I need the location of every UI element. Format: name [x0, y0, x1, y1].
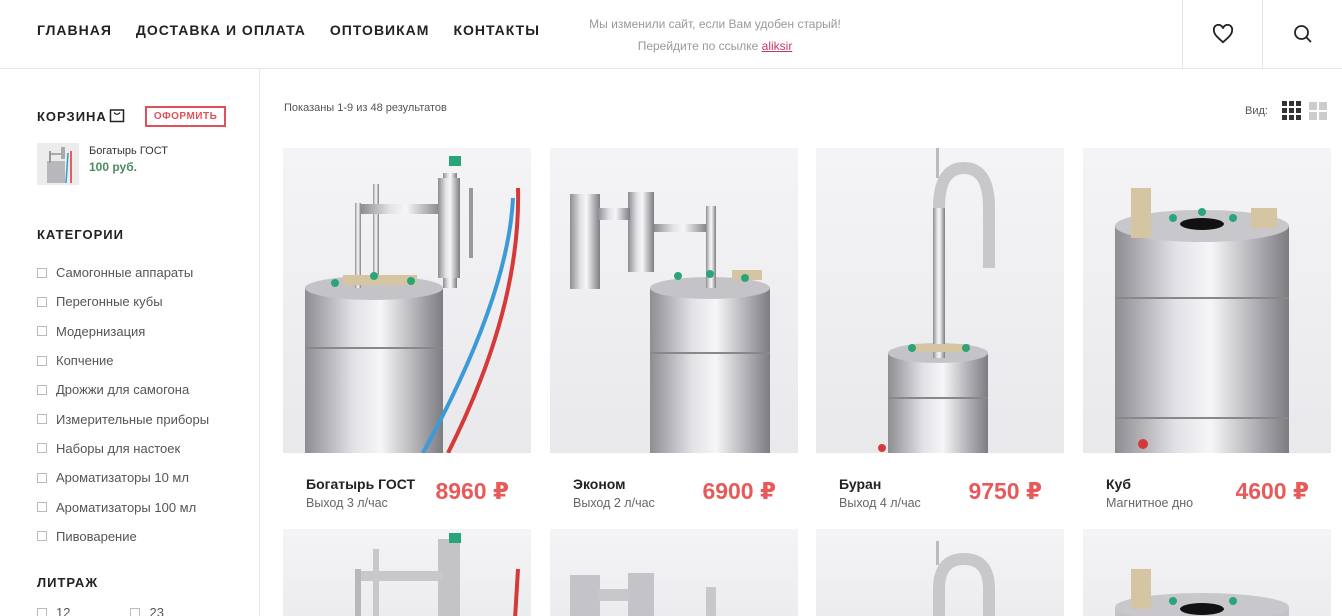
product-image-partial[interactable] — [550, 529, 798, 616]
site-notice: Мы изменили сайт, если Вам удобен старый… — [560, 13, 870, 57]
notice-line1: Мы изменили сайт, если Вам удобен старый… — [589, 17, 841, 31]
product-subtitle: Выход 4 л/час — [839, 496, 921, 510]
wishlist-button[interactable] — [1182, 0, 1262, 68]
category-label: Модернизация — [56, 323, 146, 339]
category-label: Наборы для настоек — [56, 440, 181, 456]
product-subtitle: Выход 2 л/час — [573, 496, 655, 510]
category-label: Пивоварение — [56, 528, 137, 544]
volume-checkbox[interactable] — [130, 607, 141, 616]
view-label: Вид: — [1245, 104, 1268, 117]
nav-contacts[interactable]: КОНТАКТЫ — [453, 22, 539, 38]
category-item[interactable]: Дрожжи для самогона — [37, 375, 209, 404]
product-card[interactable]: Буран Выход 4 л/час 9750 ₽ — [816, 148, 1064, 510]
grid-small-icon[interactable] — [1281, 101, 1301, 120]
header-icons — [1182, 0, 1342, 68]
product-card[interactable]: Богатырь ГОСТ Выход 3 л/час 8960 ₽ — [283, 148, 531, 510]
category-checkbox[interactable] — [37, 472, 47, 483]
volume-filter: 12 23 — [37, 605, 164, 616]
cart-item-info: Богатырь ГОСТ 100 руб. — [89, 143, 168, 185]
cart-item-price: 100 руб. — [89, 160, 137, 174]
product-price: 6900 ₽ — [702, 478, 776, 504]
category-label: Дрожжи для самогона — [56, 382, 190, 398]
category-item[interactable]: Перегонные кубы — [37, 287, 209, 316]
notice-line2: Перейдите по ссылке aliksir — [560, 35, 870, 57]
volume-option[interactable]: 12 — [37, 605, 70, 616]
product-image-partial[interactable] — [816, 529, 1064, 616]
main-nav: ГЛАВНАЯ ДОСТАВКА И ОПЛАТА ОПТОВИКАМ КОНТ… — [37, 22, 540, 38]
product-subtitle: Магнитное дно — [1106, 496, 1194, 510]
category-checkbox[interactable] — [37, 296, 47, 307]
search-icon — [1293, 25, 1312, 43]
category-item[interactable]: Пивоварение — [37, 522, 209, 551]
category-item[interactable]: Самогонные аппараты — [37, 258, 209, 287]
category-checkbox[interactable] — [37, 355, 47, 366]
category-label: Копчение — [56, 353, 114, 369]
cart-title: КОРЗИНА — [37, 109, 107, 124]
cart-item[interactable]: Богатырь ГОСТ 100 руб. — [37, 143, 168, 185]
category-checkbox[interactable] — [37, 531, 47, 542]
cart-item-name: Богатырь ГОСТ — [89, 145, 169, 157]
category-label: Ароматизаторы 100 мл — [56, 499, 197, 515]
product-subtitle: Выход 3 л/час — [306, 496, 388, 510]
cart-icon — [109, 109, 125, 123]
volume-label: 23 — [149, 605, 164, 616]
category-label: Самогонные аппараты — [56, 265, 194, 281]
nav-delivery[interactable]: ДОСТАВКА И ОПЛАТА — [136, 22, 306, 38]
product-name[interactable]: Буран — [839, 476, 881, 492]
product-name[interactable]: Эконом — [573, 476, 626, 492]
notice-prefix: Перейдите по ссылке — [637, 39, 762, 53]
category-item[interactable]: Измерительные приборы — [37, 404, 209, 433]
old-site-link[interactable]: aliksir — [762, 39, 793, 53]
grid-large-icon[interactable] — [1308, 101, 1327, 120]
category-checkbox[interactable] — [37, 267, 47, 278]
volume-label: 12 — [56, 605, 71, 616]
product-image[interactable] — [816, 148, 1064, 453]
category-label: Перегонные кубы — [56, 294, 163, 310]
product-image[interactable] — [1083, 148, 1331, 453]
category-item[interactable]: Ароматизаторы 10 мл — [37, 463, 209, 492]
product-image-partial[interactable] — [1083, 529, 1331, 616]
category-item[interactable]: Модернизация — [37, 317, 209, 346]
product-image-partial[interactable] — [283, 529, 531, 616]
results-count: Показаны 1-9 из 48 результатов — [284, 102, 447, 114]
product-price: 4600 ₽ — [1235, 478, 1309, 504]
product-price: 8960 ₽ — [435, 478, 509, 504]
cart-header: КОРЗИНА ОФОРМИТЬ — [37, 106, 227, 127]
nav-home[interactable]: ГЛАВНАЯ — [37, 22, 112, 38]
product-name[interactable]: Богатырь ГОСТ — [306, 476, 415, 492]
category-checkbox[interactable] — [37, 384, 47, 395]
category-item[interactable]: Ароматизаторы 100 мл — [37, 492, 209, 521]
nav-wholesale[interactable]: ОПТОВИКАМ — [330, 22, 430, 38]
category-item[interactable]: Копчение — [37, 346, 209, 375]
product-card[interactable]: Куб Магнитное дно 4600 ₽ — [1083, 148, 1331, 510]
view-switcher: Вид: — [1245, 101, 1327, 120]
product-card[interactable]: Эконом Выход 2 л/час 6900 ₽ — [550, 148, 798, 510]
product-image[interactable] — [550, 148, 798, 453]
product-price: 9750 ₽ — [968, 478, 1042, 504]
category-label: Измерительные приборы — [56, 411, 210, 427]
category-checkbox[interactable] — [37, 502, 47, 513]
category-checkbox[interactable] — [37, 326, 47, 337]
checkout-button[interactable]: ОФОРМИТЬ — [144, 106, 227, 127]
category-label: Ароматизаторы 10 мл — [56, 470, 189, 486]
category-checkbox[interactable] — [37, 443, 47, 454]
category-checkbox[interactable] — [37, 414, 47, 425]
product-image[interactable] — [283, 148, 531, 453]
category-item[interactable]: Наборы для настоек — [37, 434, 209, 463]
search-button[interactable] — [1262, 0, 1342, 68]
volume-option[interactable]: 23 — [130, 605, 164, 616]
categories-title: КАТЕГОРИИ — [37, 227, 124, 242]
sidebar: КОРЗИНА ОФОРМИТЬ Богатырь ГОСТ 100 руб. … — [0, 69, 260, 616]
product-name[interactable]: Куб — [1106, 476, 1131, 492]
volume-title: ЛИТРАЖ — [37, 575, 99, 590]
cart-item-thumbnail — [37, 143, 79, 185]
heart-icon — [1212, 24, 1233, 44]
site-header: ГЛАВНАЯ ДОСТАВКА И ОПЛАТА ОПТОВИКАМ КОНТ… — [0, 0, 1342, 69]
category-list: Самогонные аппараты Перегонные кубы Моде… — [37, 258, 209, 551]
volume-checkbox[interactable] — [37, 607, 47, 616]
